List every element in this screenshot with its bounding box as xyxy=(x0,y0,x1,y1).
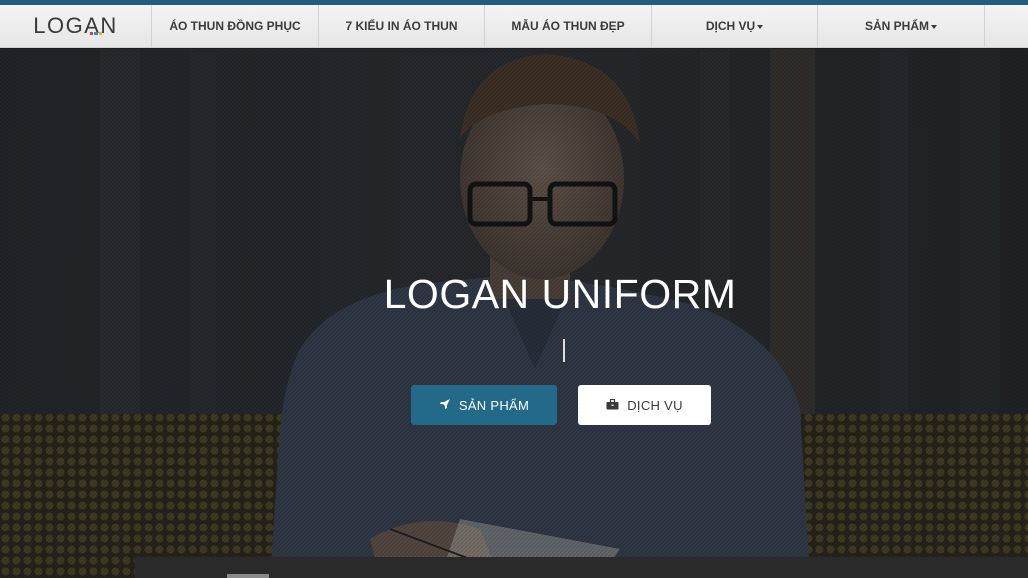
nav-item-label: ÁO THUN ĐỒNG PHỤC xyxy=(169,19,301,33)
products-button-label: SẢN PHẨM xyxy=(458,397,530,413)
nav-item-mau-ao-thun[interactable]: MẪU ÁO THUN ĐẸP xyxy=(485,5,652,47)
nav-item-label: DỊCH VỤ xyxy=(705,19,756,33)
services-button-label: DỊCH VỤ xyxy=(627,397,683,413)
services-button[interactable]: DỊCH VỤ xyxy=(578,385,711,425)
nav-item-label: SẢN PHẨM xyxy=(864,19,929,33)
products-button[interactable]: SẢN PHẨM xyxy=(411,385,557,425)
hero-title: LOGAN UNIFORM xyxy=(383,271,737,317)
logo-bar-yellow xyxy=(98,32,102,35)
logo-bar-red xyxy=(90,32,94,35)
nav-item-san-pham[interactable]: SẢN PHẨM xyxy=(818,5,985,47)
main-navbar: LOGAN ÁO THUN ĐỒNG PHỤC 7 KIỂU IN ÁO THU… xyxy=(0,5,1028,48)
nav-item-dich-vu[interactable]: DỊCH VỤ xyxy=(652,5,818,47)
logo-color-bars xyxy=(90,32,102,36)
nav-item-label: 7 KIỂU IN ÁO THUN xyxy=(345,19,458,33)
logo-text: LOGAN xyxy=(33,13,118,38)
rocket-icon xyxy=(439,398,451,413)
nav-item-7-kieu-in[interactable]: 7 KIỂU IN ÁO THUN xyxy=(319,5,485,47)
typing-cursor xyxy=(563,339,565,362)
briefcase-icon xyxy=(606,398,619,413)
logo-bar-blue xyxy=(94,32,98,35)
nav-item-label: MẪU ÁO THUN ĐẸP xyxy=(511,19,625,33)
brand-logo[interactable]: LOGAN xyxy=(0,5,152,47)
bottom-panel-tab xyxy=(227,574,269,578)
nav-item-ao-thun-dong-phuc[interactable]: ÁO THUN ĐỒNG PHỤC xyxy=(152,5,319,47)
caret-down-icon xyxy=(931,24,937,29)
hero-section: LOGAN UNIFORM SẢN PHẨM DỊCH VỤ xyxy=(0,49,1028,578)
caret-down-icon xyxy=(757,24,764,29)
